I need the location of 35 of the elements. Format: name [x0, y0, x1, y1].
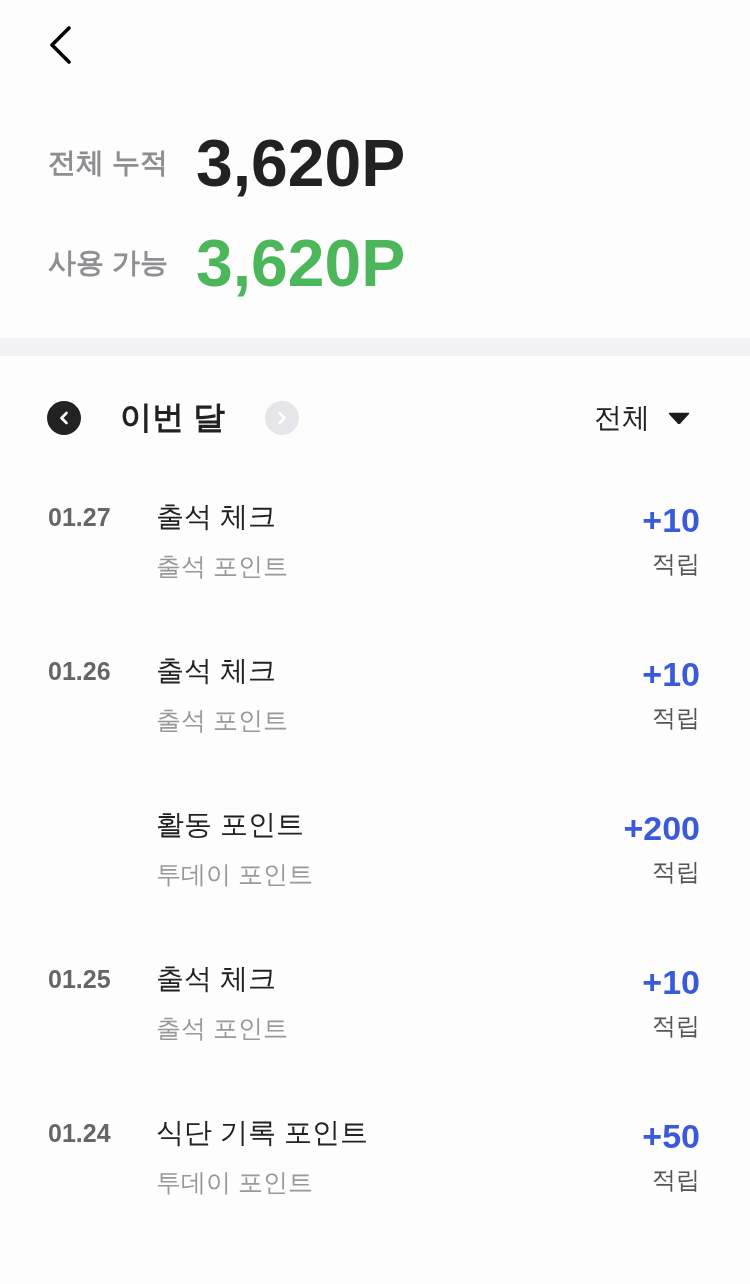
caret-down-icon — [668, 412, 690, 424]
entry-title: 식단 기록 포인트 — [156, 1116, 368, 1150]
chevron-right-icon — [276, 411, 287, 425]
previous-month-button[interactable] — [47, 401, 81, 435]
entry-title: 출석 체크 — [156, 500, 276, 534]
entry-status: 적립 — [652, 703, 700, 733]
entry-category: 투데이 포인트 — [156, 859, 313, 890]
entry-status: 적립 — [652, 857, 700, 887]
summary-label: 전체 누적 — [48, 146, 168, 180]
chevron-left-icon — [47, 26, 73, 64]
points-amount: +200 — [623, 808, 700, 848]
summary-label: 사용 가능 — [48, 246, 168, 280]
entry-date: 01.25 — [48, 964, 111, 995]
entry-date: 01.26 — [48, 656, 111, 687]
points-value: 3,620P — [196, 125, 406, 202]
filter-dropdown[interactable]: 전체 — [594, 399, 690, 437]
entry-category: 투데이 포인트 — [156, 1167, 313, 1198]
entry-category: 출석 포인트 — [156, 705, 288, 736]
entry-status: 적립 — [652, 549, 700, 579]
entry-title: 활동 포인트 — [156, 808, 304, 842]
entry-title: 출석 체크 — [156, 962, 276, 996]
points-amount: +10 — [642, 500, 700, 540]
points-amount: +10 — [642, 962, 700, 1002]
points-amount: +10 — [642, 654, 700, 694]
entry-date: 01.27 — [48, 502, 111, 533]
entry-category: 출석 포인트 — [156, 1013, 288, 1044]
entry-status: 적립 — [652, 1165, 700, 1195]
month-label: 이번 달 — [120, 398, 225, 437]
entry-category: 출석 포인트 — [156, 551, 288, 582]
entry-date: 01.24 — [48, 1118, 111, 1149]
chevron-left-icon — [59, 411, 69, 425]
points-value: 3,620P — [196, 225, 406, 302]
entry-status: 적립 — [652, 1011, 700, 1041]
points-amount: +50 — [642, 1116, 700, 1156]
entry-title: 출석 체크 — [156, 654, 276, 688]
